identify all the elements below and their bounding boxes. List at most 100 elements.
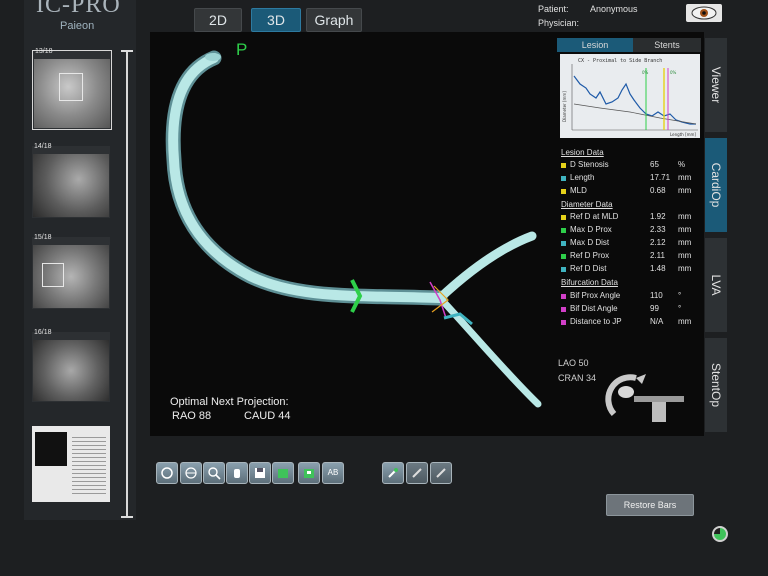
tab-stentop-label: StentOp xyxy=(709,362,723,408)
lesion-data-unit: mm xyxy=(678,186,692,195)
color-swatch xyxy=(561,254,566,259)
diameter-data-value: 2.33 xyxy=(650,225,666,234)
bifurcation-data-label: Bif Dist Angle xyxy=(570,304,618,313)
ab-tool-button[interactable]: AB xyxy=(322,462,344,484)
lesion-data-unit: % xyxy=(678,160,686,169)
pan-tool-button[interactable] xyxy=(226,462,248,484)
color-swatch xyxy=(561,176,566,181)
progress-pie-icon xyxy=(712,526,728,542)
graph-marker-label: 0% xyxy=(670,70,677,75)
diameter-data-heading: Diameter Data xyxy=(561,200,613,209)
globe-icon xyxy=(185,467,197,479)
bifurcation-data-row: Bif Dist Angle 99 ° xyxy=(561,304,701,316)
color-swatch xyxy=(561,241,566,246)
magnifier-icon xyxy=(208,467,221,480)
optimal-projection-title: Optimal Next Projection: xyxy=(170,396,289,408)
diameter-data-unit: mm xyxy=(678,251,692,260)
bifurcation-data-value: 110 xyxy=(650,291,663,300)
diameter-data-value: 1.92 xyxy=(650,212,666,221)
zoom-tool-button[interactable] xyxy=(203,462,225,484)
disk-icon xyxy=(255,468,265,478)
tab-lesion[interactable]: Lesion xyxy=(557,38,633,52)
lesion-data-row: MLD 0.68 mm xyxy=(561,186,701,198)
stent-tool-button-2[interactable] xyxy=(406,462,428,484)
lesion-data-heading: Lesion Data xyxy=(561,148,604,157)
bifurcation-data-unit: mm xyxy=(678,317,692,326)
snapshot-tool-button[interactable] xyxy=(298,462,320,484)
diameter-data-unit: mm xyxy=(678,212,692,221)
diameter-data-value: 2.11 xyxy=(650,251,665,260)
color-swatch xyxy=(561,215,566,220)
bifurcation-data-row: Bif Prox Angle 110 ° xyxy=(561,291,701,303)
diameter-data-row: Ref D at MLD 1.92 mm xyxy=(561,212,701,224)
stent-tool-button[interactable] xyxy=(382,462,404,484)
diameter-data-row: Max D Dist 2.12 mm xyxy=(561,238,701,250)
panel-tabs: Lesion Stents xyxy=(557,38,701,52)
lesion-data-value: 17.71 xyxy=(650,173,671,182)
tab-viewer-label: Viewer xyxy=(709,66,723,104)
graph-xlabel: Length [mm] xyxy=(670,132,696,137)
diameter-data-row: Max D Prox 2.33 mm xyxy=(561,225,701,237)
tab-viewer[interactable]: Viewer xyxy=(705,38,727,132)
export-icon xyxy=(278,469,288,478)
stent-icon xyxy=(436,468,446,478)
lesion-data-row: Length 17.71 mm xyxy=(561,173,701,185)
stent-icon xyxy=(388,468,398,478)
stent-tool-button-3[interactable] xyxy=(430,462,452,484)
lesion-data-label: MLD xyxy=(570,186,587,195)
diameter-data-value: 2.12 xyxy=(650,238,666,247)
bifurcation-data-value: N/A xyxy=(650,317,664,326)
diameter-data-label: Ref D at MLD xyxy=(570,212,619,221)
diameter-data-unit: mm xyxy=(678,264,692,273)
color-swatch xyxy=(561,307,566,312)
lesion-data-label: Length xyxy=(570,173,595,182)
color-swatch xyxy=(561,320,566,325)
optimal-projection-caud: CAUD 44 xyxy=(244,410,291,422)
rotate-icon xyxy=(161,467,173,479)
diameter-data-unit: mm xyxy=(678,225,692,234)
graph-marker-label: 0% xyxy=(642,70,649,75)
diameter-data-row: Ref D Dist 1.48 mm xyxy=(561,264,701,276)
diameter-data-row: Ref D Prox 2.11 mm xyxy=(561,251,701,263)
optimal-projection-rao: RAO 88 xyxy=(172,410,212,422)
lesion-data-unit: mm xyxy=(678,173,692,182)
lesion-data-row: D Stenosis 65% xyxy=(561,160,701,172)
bifurcation-data-value: 99 xyxy=(650,304,659,313)
graph-ylabel: Diameter [mm] xyxy=(562,91,567,122)
bifurcation-data-label: Distance to JP xyxy=(570,317,622,326)
rotate-tool-button[interactable] xyxy=(156,462,178,484)
diameter-data-label: Max D Prox xyxy=(570,225,612,234)
lesion-data-value: 65 xyxy=(650,160,659,169)
snapshot-icon xyxy=(304,469,314,478)
color-swatch xyxy=(561,294,566,299)
export-tool-button[interactable] xyxy=(272,462,294,484)
color-swatch xyxy=(561,228,566,233)
bifurcation-data-label: Bif Prox Angle xyxy=(570,291,621,300)
tab-lva[interactable]: LVA xyxy=(705,238,727,332)
diameter-data-label: Ref D Prox xyxy=(570,251,610,260)
bifurcation-data-unit: ° xyxy=(678,304,682,313)
save-tool-button[interactable] xyxy=(249,462,271,484)
proximal-marker: P xyxy=(236,40,248,59)
tab-cardiop[interactable]: CardiOp xyxy=(705,138,727,232)
orientation-cran: CRAN 34 xyxy=(558,373,597,383)
bifurcation-data-row: Distance to JP N/A mm xyxy=(561,317,701,329)
diameter-data-unit: mm xyxy=(678,238,692,247)
diameter-graph[interactable]: CX - Proximal to Side Branch Diameter [m… xyxy=(560,54,700,138)
hand-icon xyxy=(234,469,240,478)
c-arm-orientation-icon xyxy=(605,374,684,422)
stent-icon xyxy=(412,468,422,478)
bifurcation-data-unit: ° xyxy=(678,291,682,300)
diameter-data-value: 1.48 xyxy=(650,264,666,273)
graph-title: CX - Proximal to Side Branch xyxy=(578,58,662,64)
color-swatch xyxy=(561,189,566,194)
bifurcation-data-heading: Bifurcation Data xyxy=(561,278,618,287)
color-swatch xyxy=(561,163,566,168)
restore-bars-button[interactable]: Restore Bars xyxy=(606,494,694,516)
globe-tool-button[interactable] xyxy=(180,462,202,484)
diameter-data-label: Ref D Dist xyxy=(570,264,607,273)
diameter-data-label: Max D Dist xyxy=(570,238,610,247)
tab-stents[interactable]: Stents xyxy=(633,38,701,52)
color-swatch xyxy=(561,267,566,272)
tab-stentop[interactable]: StentOp xyxy=(705,338,727,432)
